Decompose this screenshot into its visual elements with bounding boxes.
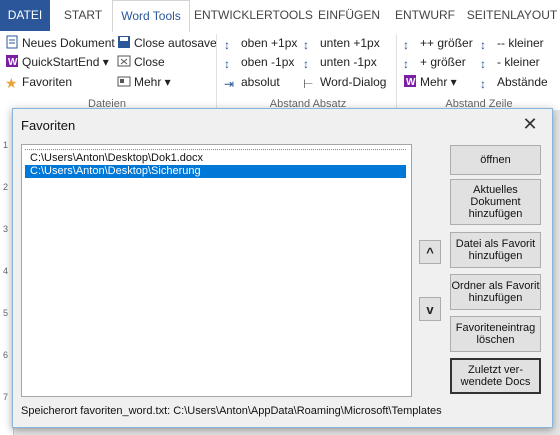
unten-plus-label: unten +1px <box>320 36 380 50</box>
ruler-number: 7 <box>3 392 9 402</box>
zeile-plus-button[interactable]: ↕ + größer <box>403 53 466 71</box>
tab-start[interactable]: START <box>58 0 108 31</box>
tab-einfuegen[interactable]: EINFÜGEN <box>314 0 384 31</box>
move-up-button[interactable]: ^ <box>419 240 441 264</box>
unten-minus-label: unten -1px <box>320 55 377 69</box>
line-spacing-icon: ↕ <box>403 38 409 52</box>
favoriten-label: Favoriten <box>22 75 73 89</box>
favoriten-button[interactable]: ★ Favoriten <box>5 73 72 91</box>
absolute-spacing-icon: ⇥ <box>224 77 235 91</box>
list-top-divider <box>25 149 406 151</box>
unten-minus-button[interactable]: ↕ unten -1px <box>303 53 377 71</box>
word-dialog-button[interactable]: ⊢ Word-Dialog <box>303 73 386 91</box>
recent-documents-button[interactable]: Zuletzt ver-wendete Docs <box>450 358 541 394</box>
word-icon: W <box>403 74 417 88</box>
ribbon: Neues Dokument W QuickStartEnd ▾ ★ Favorit… <box>0 32 560 110</box>
svg-text:W: W <box>406 77 416 88</box>
document-icon <box>5 35 19 49</box>
ribbon-tab-bar: DATEI START Word Tools ENTWICKLERTOOLS E… <box>0 0 560 34</box>
spacing-icon: ↕ <box>224 38 230 52</box>
chevron-down-icon: ▾ <box>99 55 109 69</box>
absolut-label: absolut <box>241 75 280 89</box>
storage-location-label: Speicherort favoriten_word.txt: C:\Users… <box>21 405 442 417</box>
delete-favorite-button[interactable]: Favoriteneintrag löschen <box>450 316 541 352</box>
line-spacing-icon: ↕ <box>480 38 486 52</box>
absolut-button[interactable]: ⇥ absolut <box>224 73 280 91</box>
favoriten-dialog: Favoriten ✕ C:\Users\Anton\Desktop\Dok1.… <box>12 108 553 428</box>
close-autosave-label: Close autosave <box>134 36 217 50</box>
tab-datei[interactable]: DATEI <box>0 0 50 31</box>
spacing-icon: ↕ <box>303 57 309 71</box>
tab-entwurf[interactable]: ENTWURF <box>392 0 458 31</box>
close-document-icon <box>117 54 131 68</box>
word-icon: W <box>5 54 19 68</box>
ruler-number: 6 <box>3 350 9 360</box>
add-file-favorite-button[interactable]: Datei als Favorit hinzufügen <box>450 232 541 268</box>
mehr-zeile-button[interactable]: W Mehr ▾ <box>403 73 457 91</box>
quickstartend-button[interactable]: W QuickStartEnd ▾ <box>5 53 109 71</box>
zeile-minus-minus-label: -- kleiner <box>497 36 544 50</box>
oben-minus-button[interactable]: ↕ oben -1px <box>224 53 294 71</box>
tab-seitenlayout[interactable]: SEITENLAYOUT <box>464 0 560 31</box>
favorites-listbox[interactable]: C:\Users\Anton\Desktop\Dok1.docx C:\User… <box>21 144 412 397</box>
tab-entwicklertools[interactable]: ENTWICKLERTOOLS <box>194 0 313 31</box>
group-separator <box>216 34 217 108</box>
ruler-number: 1 <box>3 140 9 150</box>
zeile-minus-label: - kleiner <box>497 55 540 69</box>
zeile-plus-plus-label: ++ größer <box>420 36 473 50</box>
zeile-plus-plus-button[interactable]: ↕ ++ größer <box>403 34 473 52</box>
close-label: Close <box>134 55 165 69</box>
spacing-icon: ↕ <box>224 57 230 71</box>
line-spacing-icon: ↕ <box>480 77 486 91</box>
abstaende-button[interactable]: ↕ Abstände <box>480 73 548 91</box>
list-item[interactable]: C:\Users\Anton\Desktop\Dok1.docx <box>25 152 406 165</box>
save-icon <box>117 35 131 49</box>
line-spacing-icon: ↕ <box>403 57 409 71</box>
ruler-number: 4 <box>3 266 9 276</box>
group-separator <box>396 34 397 108</box>
add-folder-favorite-button[interactable]: Ordner als Favorit hinzufügen <box>450 274 541 310</box>
line-spacing-icon: ↕ <box>480 57 486 71</box>
star-icon: ★ <box>5 75 18 91</box>
tab-word-tools[interactable]: Word Tools <box>112 0 190 34</box>
ruler-number: 2 <box>3 182 9 192</box>
dialog-title: Favoriten <box>21 118 76 133</box>
svg-text:W: W <box>8 57 18 68</box>
unten-plus-button[interactable]: ↕ unten +1px <box>303 34 380 52</box>
ruler-number: 5 <box>3 308 9 318</box>
move-down-button[interactable]: v <box>419 297 441 321</box>
zeile-plus-label: + größer <box>420 55 466 69</box>
open-button[interactable]: öffnen <box>450 145 541 175</box>
oben-plus-label: oben +1px <box>241 36 298 50</box>
mehr-dateien-label: Mehr <box>134 75 162 89</box>
tools-icon <box>117 74 131 88</box>
zeile-minus-button[interactable]: ↕ - kleiner <box>480 53 540 71</box>
ruler-number: 3 <box>3 224 9 234</box>
oben-plus-button[interactable]: ↕ oben +1px <box>224 34 297 52</box>
mehr-zeile-label: Mehr <box>420 75 448 89</box>
close-button[interactable]: Close <box>117 53 165 71</box>
list-item-selected[interactable]: C:\Users\Anton\Desktop\Sicherung <box>25 165 406 178</box>
zeile-minus-minus-button[interactable]: ↕ -- kleiner <box>480 34 544 52</box>
abstaende-label: Abstände <box>497 75 548 89</box>
chevron-down-icon: ▾ <box>447 75 457 89</box>
add-current-document-button[interactable]: Aktuelles Dokument hinzufügen <box>450 179 541 225</box>
quickstartend-label: QuickStartEnd <box>22 55 100 69</box>
dialog-icon: ⊢ <box>303 77 314 91</box>
mehr-dateien-button[interactable]: Mehr ▾ <box>117 73 171 91</box>
word-dialog-label: Word-Dialog <box>320 75 387 89</box>
spacing-icon: ↕ <box>303 38 309 52</box>
new-document-label: Neues Dokument <box>22 36 115 50</box>
close-icon[interactable]: ✕ <box>518 113 542 137</box>
close-autosave-button[interactable]: Close autosave <box>117 34 217 52</box>
oben-minus-label: oben -1px <box>241 55 295 69</box>
chevron-down-icon: ▾ <box>161 75 171 89</box>
new-document-button[interactable]: Neues Dokument <box>5 34 115 52</box>
